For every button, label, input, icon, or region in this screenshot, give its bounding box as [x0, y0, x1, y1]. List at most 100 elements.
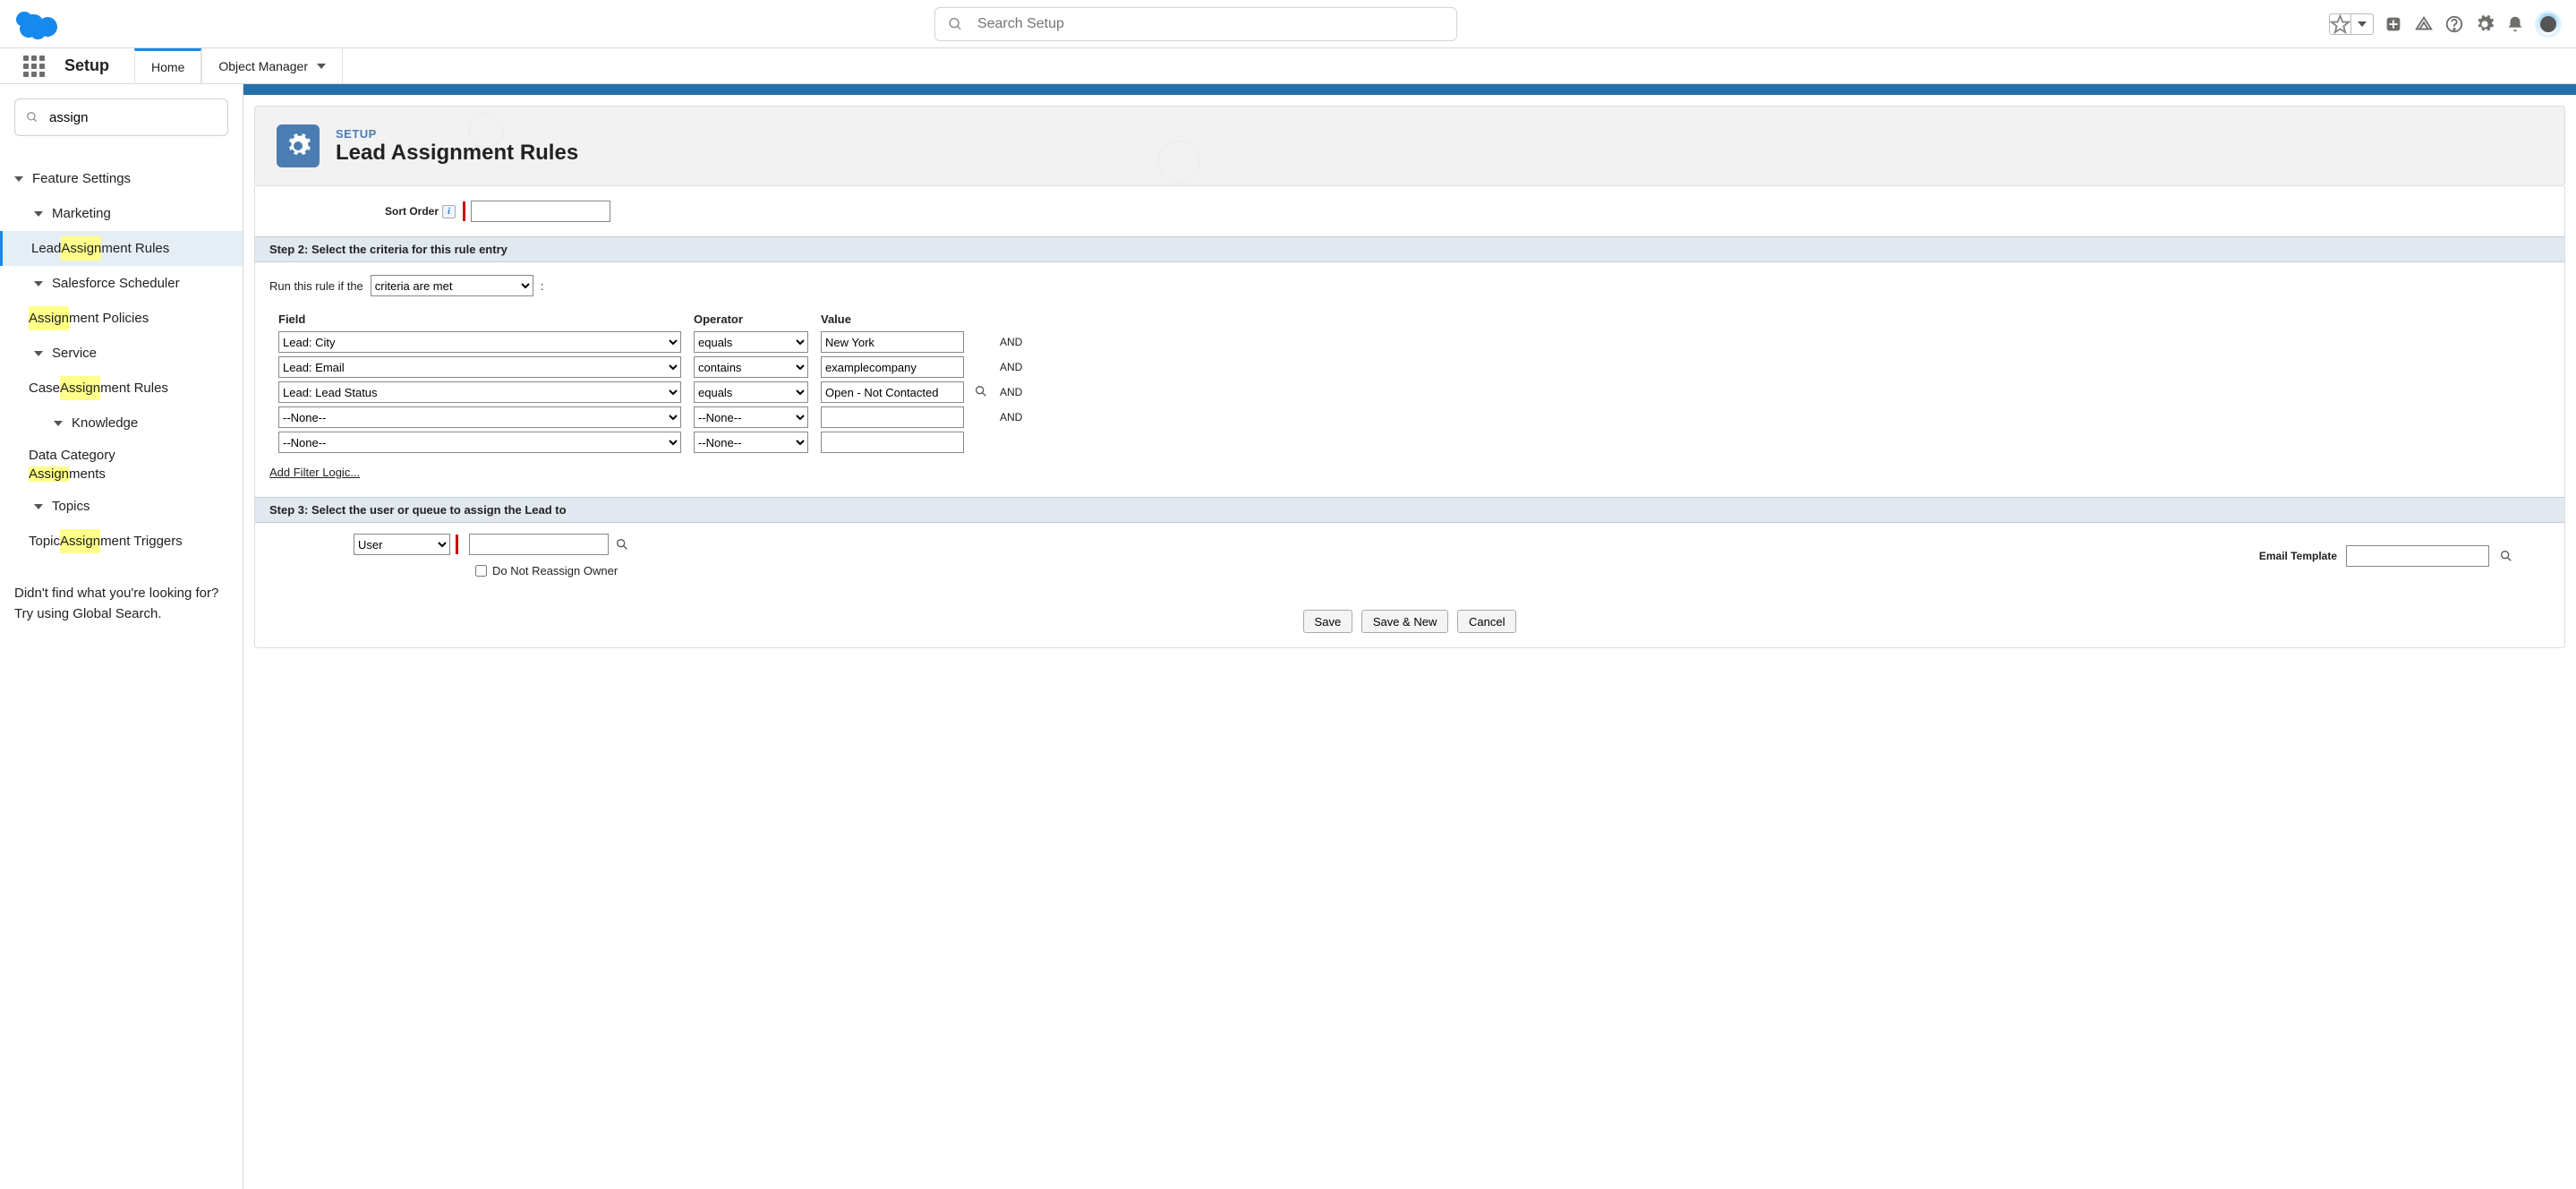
and-label: AND — [1000, 411, 1036, 423]
criteria-row: Lead: Email contains AND — [278, 356, 2550, 378]
cancel-button[interactable]: Cancel — [1457, 610, 1516, 633]
lookup-icon[interactable] — [973, 383, 989, 399]
value-input[interactable] — [821, 331, 964, 353]
search-icon — [26, 110, 38, 124]
required-indicator — [463, 201, 465, 221]
global-header — [0, 0, 2576, 48]
detail-body: Sort Order i Step 2: Select the criteria… — [254, 186, 2565, 648]
global-search-input[interactable] — [977, 16, 1444, 32]
tree-feature-settings[interactable]: Feature Settings — [14, 167, 228, 191]
value-input[interactable] — [821, 432, 964, 453]
quick-find-input[interactable] — [49, 110, 217, 125]
app-launcher-icon[interactable] — [16, 48, 52, 84]
save-new-button[interactable]: Save & New — [1361, 610, 1449, 633]
operator-select[interactable]: equals — [694, 331, 808, 353]
do-not-reassign-label: Do Not Reassign Owner — [492, 564, 618, 577]
info-icon[interactable]: i — [442, 205, 456, 218]
sort-order-input[interactable] — [471, 201, 610, 222]
email-template-input[interactable] — [2346, 545, 2489, 567]
tree-topics[interactable]: Topics — [34, 494, 228, 518]
operator-select[interactable]: --None-- — [694, 406, 808, 428]
chevron-down-icon — [54, 421, 63, 426]
chevron-down-icon — [34, 351, 43, 356]
global-actions-icon[interactable] — [2383, 13, 2404, 35]
run-rule-prefix: Run this rule if the — [269, 279, 363, 293]
favorites-control[interactable] — [2329, 13, 2374, 35]
app-name: Setup — [64, 56, 109, 75]
tab-object-manager[interactable]: Object Manager — [201, 48, 343, 84]
quick-find[interactable] — [14, 98, 228, 136]
brand-strip — [243, 84, 2576, 95]
context-nav-bar: Setup Home Object Manager — [0, 48, 2576, 84]
field-select[interactable]: Lead: Lead Status — [278, 381, 681, 403]
tab-home[interactable]: Home — [134, 48, 201, 84]
value-input[interactable] — [821, 406, 964, 428]
save-button[interactable]: Save — [1303, 610, 1353, 633]
search-icon — [948, 16, 963, 32]
lookup-icon[interactable] — [2498, 548, 2514, 564]
sort-order-label: Sort Order i — [277, 205, 456, 218]
chevron-down-icon — [34, 504, 43, 509]
salesforce-help-icon[interactable] — [2413, 13, 2435, 35]
tree-topic-assignment-triggers[interactable]: Topic Assignment Triggers — [29, 529, 228, 553]
lookup-icon[interactable] — [614, 536, 630, 552]
tree-knowledge[interactable]: Knowledge — [54, 411, 228, 435]
button-row: Save Save & New Cancel — [255, 595, 2564, 647]
criteria-row: --None-- --None-- — [278, 432, 2550, 453]
assignee-input[interactable] — [469, 534, 609, 555]
do-not-reassign-checkbox[interactable] — [475, 565, 487, 577]
gear-icon — [277, 124, 320, 167]
setup-gear-icon[interactable] — [2474, 13, 2495, 35]
notifications-icon[interactable] — [2504, 13, 2526, 35]
required-indicator — [456, 535, 458, 554]
field-select[interactable]: Lead: Email — [278, 356, 681, 378]
global-search[interactable] — [934, 7, 1457, 41]
assign-area: User Do Not Reassign Owner Email Templat… — [255, 523, 2564, 595]
col-header-operator: Operator — [694, 312, 808, 326]
star-icon — [2330, 13, 2350, 34]
salesforce-logo — [14, 7, 63, 41]
run-rule-row: Run this rule if the criteria are met : — [269, 275, 2550, 296]
chevron-down-icon — [34, 281, 43, 287]
tree-salesforce-scheduler[interactable]: Salesforce Scheduler — [34, 271, 228, 295]
criteria-row: Lead: Lead Status equals AND — [278, 381, 2550, 403]
not-found-hint: Didn't find what you're looking for? Try… — [14, 584, 228, 624]
chevron-down-icon — [2358, 21, 2367, 27]
tree-data-category-assignments[interactable]: Data Category Assignments — [29, 446, 228, 483]
operator-select[interactable]: --None-- — [694, 432, 808, 453]
value-input[interactable] — [821, 356, 964, 378]
add-filter-logic-link[interactable]: Add Filter Logic... — [269, 466, 2550, 479]
run-rule-select[interactable]: criteria are met — [371, 275, 533, 296]
help-icon[interactable] — [2444, 13, 2465, 35]
user-avatar[interactable] — [2535, 11, 2562, 38]
tree-service[interactable]: Service — [34, 341, 228, 365]
col-header-value: Value — [821, 312, 964, 326]
tree-lead-assignment-rules[interactable]: Lead Assignment Rules — [31, 236, 228, 261]
setup-sidebar: Feature Settings Marketing Lead Assignme… — [0, 84, 243, 1189]
email-template-label: Email Template — [2259, 550, 2337, 562]
tree-assignment-policies[interactable]: Assignment Policies — [29, 306, 228, 330]
chevron-down-icon — [317, 64, 326, 69]
field-select[interactable]: --None-- — [278, 406, 681, 428]
col-header-field: Field — [278, 312, 681, 326]
operator-select[interactable]: contains — [694, 356, 808, 378]
chevron-down-icon — [14, 176, 23, 182]
and-label: AND — [1000, 386, 1036, 398]
page-header: SETUP Lead Assignment Rules — [254, 106, 2565, 186]
field-select[interactable]: --None-- — [278, 432, 681, 453]
operator-select[interactable]: equals — [694, 381, 808, 403]
tree-marketing[interactable]: Marketing — [34, 201, 228, 226]
step2-heading: Step 2: Select the criteria for this rul… — [255, 236, 2564, 262]
chevron-down-icon — [34, 211, 43, 217]
page-title: Lead Assignment Rules — [336, 141, 578, 166]
criteria-area: Run this rule if the criteria are met : … — [255, 262, 2564, 497]
criteria-row: Lead: CityequalsAND — [278, 331, 2550, 353]
page-eyebrow: SETUP — [336, 127, 578, 141]
assignee-type-select[interactable]: User — [354, 534, 450, 555]
field-select[interactable]: Lead: City — [278, 331, 681, 353]
step3-heading: Step 3: Select the user or queue to assi… — [255, 497, 2564, 523]
value-input[interactable] — [821, 381, 964, 403]
and-label: AND — [1000, 361, 1036, 373]
criteria-row: --None-- --None-- AND — [278, 406, 2550, 428]
tree-case-assignment-rules[interactable]: Case Assignment Rules — [29, 376, 228, 400]
